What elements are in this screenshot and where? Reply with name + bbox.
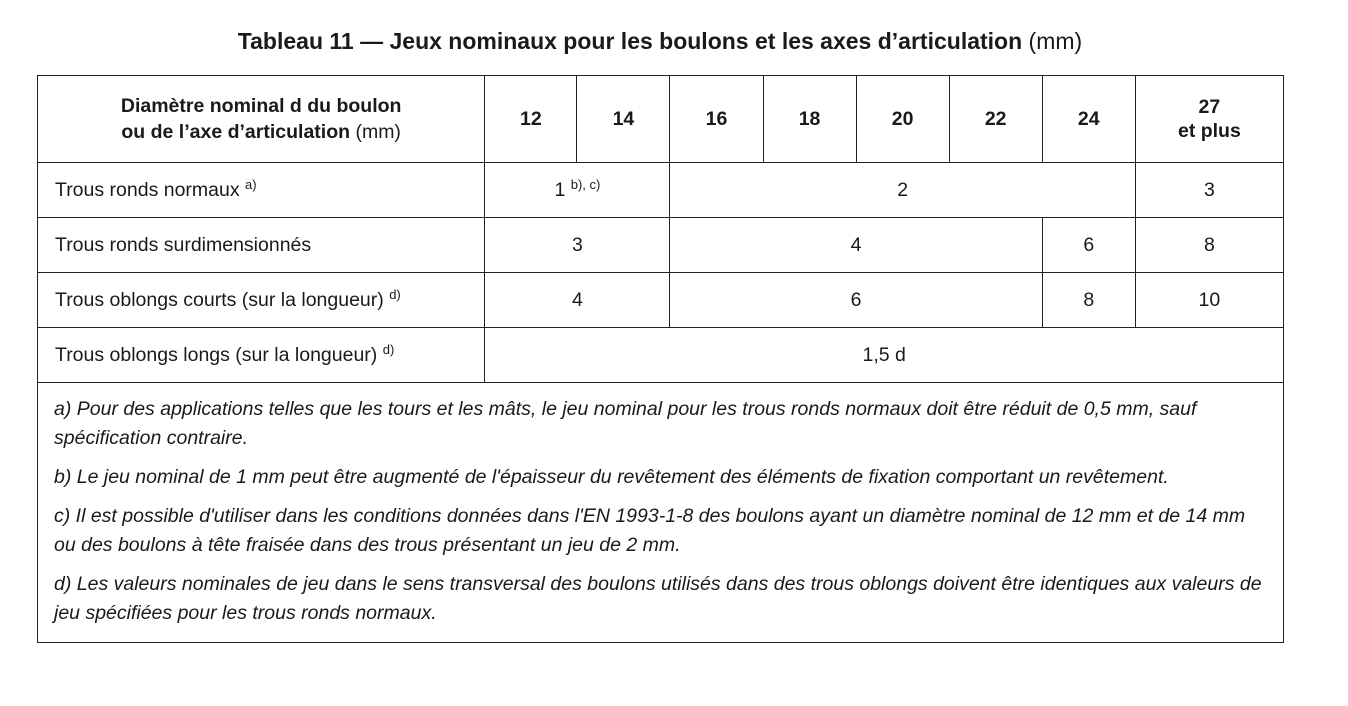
header-last-line2: et plus [1177, 120, 1241, 142]
row-label-cell: Trous oblongs longs (sur la longueur) d) [36, 327, 486, 383]
notes-row: a) Pour des applications telles que les … [37, 382, 1284, 643]
value-cell: 3 [484, 217, 671, 273]
notes-cell: a) Pour des applications telles que les … [37, 382, 1284, 643]
row-label: Trous oblongs longs (sur la longueur) [55, 343, 378, 366]
value-cell: 4 [669, 217, 1043, 273]
header-diameter-20: 20 [855, 75, 950, 163]
footnote-c: c) Il est possible d'utiliser dans les c… [54, 505, 1246, 556]
value-cell: 6 [669, 272, 1043, 328]
value: 1 [554, 178, 566, 201]
value-cell: 1 b), c) [484, 162, 671, 218]
table-title-main: Tableau 11 — Jeux nominaux pour les boul… [237, 28, 1023, 54]
row-label: Trous oblongs courts (sur la longueur) [55, 288, 384, 311]
row-label: Trous ronds surdimensionnés [55, 233, 312, 256]
value-cell: 3 [1134, 162, 1285, 218]
table-title-unit: (mm) [1028, 28, 1083, 54]
row-label-footnote: d) [389, 286, 401, 302]
value-cell: 1,5 d [484, 327, 1284, 383]
header-row: Diamètre nominal d du boulon ou de l’axe… [36, 75, 1285, 163]
value-cell: 8 [1134, 217, 1285, 273]
header-diameter-27-plus: 27 et plus [1134, 75, 1285, 163]
value-cell: 2 [669, 162, 1136, 218]
row-label-footnote: d) [382, 341, 395, 357]
value-cell: 6 [1041, 217, 1136, 273]
header-diameter-14: 14 [576, 75, 671, 163]
row-label-cell: Trous oblongs courts (sur la longueur) d… [36, 272, 486, 328]
value-cell: 10 [1134, 272, 1285, 328]
row-label: Trous ronds normaux [55, 178, 240, 201]
footnote-d: d) Les valeurs nominales de jeu dans le … [54, 573, 1262, 624]
row-label-cell: Trous ronds normaux a) [36, 162, 486, 218]
table-row-trous-oblongs-longs: Trous oblongs longs (sur la longueur) d)… [36, 327, 1284, 383]
value-cell: 4 [484, 272, 671, 328]
header-diameter-18: 18 [762, 75, 857, 163]
header-label-line2: ou de l’axe d’articulation [121, 121, 351, 143]
header-label-cell: Diamètre nominal d du boulon ou de l’axe… [36, 75, 486, 163]
footnote-b: b) Le jeu nominal de 1 mm peut être augm… [54, 466, 1169, 488]
header-last-line1: 27 [1198, 96, 1221, 118]
clearance-table: Diamètre nominal d du boulon ou de l’axe… [36, 75, 1285, 643]
table-row-trous-oblongs-courts: Trous oblongs courts (sur la longueur) d… [36, 272, 1285, 328]
row-label-cell: Trous ronds surdimensionnés [36, 217, 486, 273]
table-row-trous-ronds-normaux: Trous ronds normaux a) 1 b), c) 2 3 [36, 162, 1285, 218]
header-label-line1: Diamètre nominal d du boulon [120, 95, 402, 117]
header-diameter-12: 12 [484, 75, 578, 163]
header-diameter-24: 24 [1041, 75, 1136, 163]
value-cell: 8 [1041, 272, 1136, 328]
table-row-trous-ronds-surdimensionnes: Trous ronds surdimensionnés 3 4 6 8 [36, 217, 1285, 273]
header-label-unit: (mm) [355, 121, 401, 143]
table-title: Tableau 11 — Jeux nominaux pour les boul… [0, 26, 1320, 56]
header-diameter-22: 22 [948, 75, 1043, 163]
row-label-footnote: a) [245, 176, 257, 192]
value-footnote: b), c) [570, 176, 601, 192]
header-diameter-16: 16 [669, 75, 764, 163]
footnote-a: a) Pour des applications telles que les … [54, 398, 1197, 449]
